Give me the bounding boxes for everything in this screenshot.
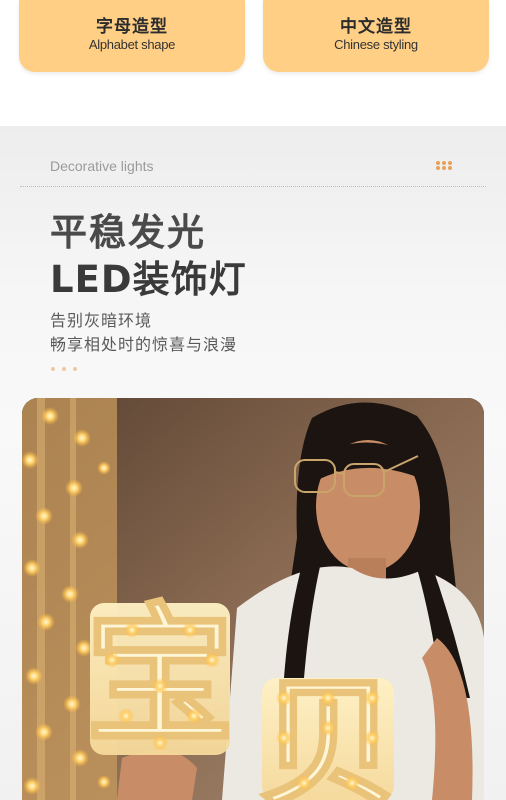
tab-alphabet-shape[interactable]: 字母造型 Alphabet shape (19, 0, 245, 72)
divider (20, 186, 486, 187)
page-title-line1: 平稳发光 (50, 211, 206, 254)
decor-dots-icon (51, 367, 81, 373)
tab-label-en: Chinese styling (334, 37, 418, 52)
dots-icon (436, 161, 456, 170)
section-subtitle: Decorative lights (50, 158, 154, 174)
tab-chinese-styling[interactable]: 中文造型 Chinese styling (263, 0, 489, 72)
tab-label-en: Alphabet shape (88, 37, 176, 52)
description-line1: 告别灰暗环境 (50, 311, 153, 330)
page-title-line2: LED装饰灯 (50, 258, 247, 301)
description-line2: 畅享相处时的惊喜与浪漫 (50, 335, 238, 354)
product-photo: 宝 贝 (22, 398, 484, 800)
photo-illustration: 宝 贝 (22, 398, 484, 800)
led-letter-bei: 贝 (256, 663, 400, 800)
tab-label-cn: 中文造型 (340, 17, 412, 37)
tab-label-cn: 字母造型 (96, 17, 168, 37)
led-letter-bao: 宝 (83, 589, 236, 766)
